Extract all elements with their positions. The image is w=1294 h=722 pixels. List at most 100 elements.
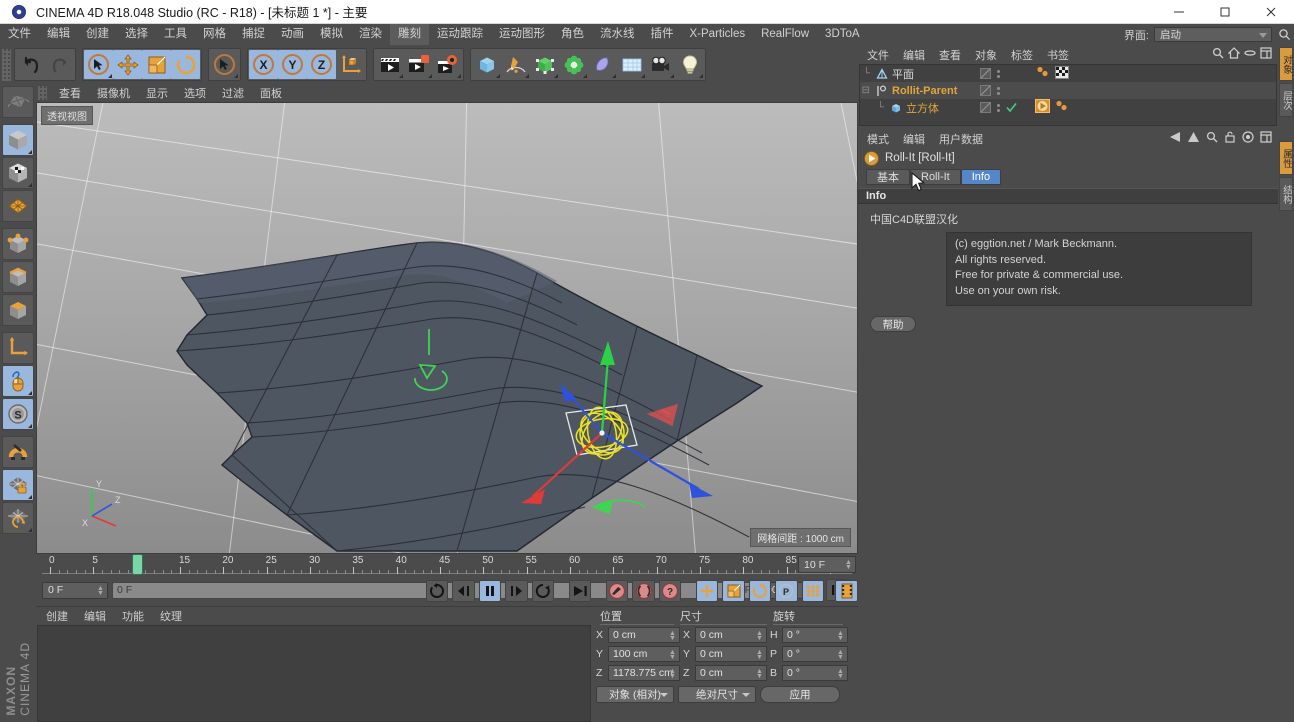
rotation-key-button[interactable] bbox=[749, 580, 771, 602]
spinner-icon[interactable]: ▲▼ bbox=[669, 650, 676, 661]
render-settings-button[interactable] bbox=[433, 50, 462, 79]
spinner-icon[interactable]: ▲▼ bbox=[756, 650, 763, 661]
deformer-button[interactable] bbox=[559, 50, 588, 79]
enable-snap-icon[interactable]: S bbox=[2, 398, 34, 430]
render-view-button[interactable] bbox=[375, 50, 404, 79]
x-axis-lock-button[interactable]: X bbox=[249, 50, 278, 79]
y-axis-lock-button[interactable]: Y bbox=[278, 50, 307, 79]
menu-item-11[interactable]: 运动跟踪 bbox=[429, 24, 491, 45]
menu-item-6[interactable]: 捕捉 bbox=[234, 24, 273, 45]
rotation-p-field[interactable]: 0 °▲▼ bbox=[782, 646, 848, 662]
object-menu-item-0[interactable]: 文件 bbox=[860, 47, 896, 63]
spinner-icon[interactable]: ▲▼ bbox=[756, 631, 763, 642]
object-tree[interactable]: └平面⊟Rollit-Parent└立方体 bbox=[859, 64, 1277, 126]
attribute-menu-item-2[interactable]: 用户数据 bbox=[932, 131, 990, 147]
object-row[interactable]: └立方体 bbox=[860, 99, 1276, 116]
search-icon[interactable] bbox=[1206, 131, 1218, 146]
timeline-playhead[interactable] bbox=[132, 554, 143, 575]
scale-tool-button[interactable] bbox=[142, 50, 171, 79]
axis-mode-icon[interactable] bbox=[2, 332, 34, 364]
position-x-field[interactable]: 0 cm▲▼ bbox=[608, 627, 680, 643]
selection-mode-button[interactable] bbox=[210, 50, 239, 79]
spinner-icon[interactable]: ▲▼ bbox=[756, 669, 763, 680]
material-menu-item-3[interactable]: 纹理 bbox=[152, 608, 190, 624]
tab--[interactable]: 基本 bbox=[866, 169, 910, 185]
rotation-b-field[interactable]: 0 °▲▼ bbox=[782, 665, 848, 681]
checker-tag-icon[interactable] bbox=[1055, 66, 1069, 82]
viewport-grip[interactable] bbox=[38, 86, 47, 100]
minimize-icon[interactable] bbox=[1244, 47, 1256, 62]
material-menu-item-1[interactable]: 编辑 bbox=[76, 608, 114, 624]
viewport-menu-item-4[interactable]: 过滤 bbox=[214, 85, 252, 101]
scene-object-button[interactable] bbox=[588, 50, 617, 79]
object-menu-item-2[interactable]: 查看 bbox=[932, 47, 968, 63]
size-y-field[interactable]: 0 cm▲▼ bbox=[695, 646, 767, 662]
keyframe-selection-button[interactable] bbox=[835, 580, 857, 602]
apply-button[interactable]: 应用 bbox=[760, 686, 840, 703]
sidebar-item-structure[interactable]: 结构 bbox=[1279, 177, 1293, 211]
search-icon[interactable] bbox=[1212, 47, 1224, 62]
light-object-button[interactable] bbox=[675, 50, 704, 79]
attribute-menu-item-1[interactable]: 编辑 bbox=[896, 131, 932, 147]
size-mode-dropdown[interactable]: 绝对尺寸 bbox=[678, 686, 756, 703]
menu-item-7[interactable]: 动画 bbox=[273, 24, 312, 45]
object-axis-icon[interactable] bbox=[2, 365, 34, 397]
rotate-tool-button[interactable] bbox=[171, 50, 200, 79]
camera-object-button[interactable] bbox=[646, 50, 675, 79]
menu-item-12[interactable]: 运动图形 bbox=[491, 24, 553, 45]
loop-button[interactable] bbox=[532, 580, 554, 602]
world-coordinate-button[interactable] bbox=[336, 50, 365, 79]
menu-item-10[interactable]: 雕刻 bbox=[390, 24, 429, 45]
live-selection-button[interactable] bbox=[84, 50, 113, 79]
menu-item-3[interactable]: 选择 bbox=[117, 24, 156, 45]
menu-item-14[interactable]: 流水线 bbox=[592, 24, 643, 45]
tree-connector[interactable]: ⊟ bbox=[860, 85, 872, 96]
minimize-button[interactable] bbox=[1156, 0, 1202, 24]
record-active-button[interactable] bbox=[606, 580, 628, 602]
step-forward-button[interactable] bbox=[505, 580, 527, 602]
close-button[interactable] bbox=[1248, 0, 1294, 24]
object-menu-item-5[interactable]: 书签 bbox=[1040, 47, 1076, 63]
tab-roll-it[interactable]: Roll-It bbox=[910, 169, 961, 185]
object-tags[interactable] bbox=[1035, 65, 1069, 82]
spline-pen-button[interactable] bbox=[501, 50, 530, 79]
menu-item-1[interactable]: 编辑 bbox=[39, 24, 78, 45]
cube-primitive-button[interactable] bbox=[472, 50, 501, 79]
position-key-button[interactable] bbox=[696, 580, 718, 602]
lock-icon[interactable] bbox=[1224, 131, 1236, 146]
object-row[interactable]: ⊟Rollit-Parent bbox=[860, 82, 1276, 99]
rotation-h-field[interactable]: 0 °▲▼ bbox=[782, 627, 848, 643]
size-z-field[interactable]: 0 cm▲▼ bbox=[695, 665, 767, 681]
floor-object-button[interactable] bbox=[617, 50, 646, 79]
attribute-menu-item-0[interactable]: 模式 bbox=[860, 131, 896, 147]
material-menu-item-2[interactable]: 功能 bbox=[114, 608, 152, 624]
go-to-end-button[interactable] bbox=[569, 580, 591, 602]
render-region-button[interactable] bbox=[404, 50, 433, 79]
polygon-grid-icon[interactable] bbox=[2, 190, 34, 222]
tab-info[interactable]: Info bbox=[961, 169, 1001, 185]
position-z-field[interactable]: 1178.775 cm▲▼ bbox=[608, 665, 680, 681]
home-icon[interactable] bbox=[1228, 47, 1240, 62]
polygons-mode-icon[interactable] bbox=[2, 294, 34, 326]
play-pause-button[interactable] bbox=[479, 580, 501, 602]
autokey-button[interactable] bbox=[632, 580, 654, 602]
menu-item-13[interactable]: 角色 bbox=[553, 24, 592, 45]
points-mode-icon[interactable] bbox=[2, 228, 34, 260]
object-menu-item-4[interactable]: 标签 bbox=[1004, 47, 1040, 63]
material-menu-item-0[interactable]: 创建 bbox=[38, 608, 76, 624]
model-mode-icon[interactable] bbox=[2, 124, 34, 156]
viewport-menu-item-0[interactable]: 查看 bbox=[51, 85, 89, 101]
material-dots-icon[interactable] bbox=[1054, 100, 1070, 115]
interface-dropdown[interactable]: 启动 bbox=[1154, 27, 1272, 42]
z-axis-lock-button[interactable]: Z bbox=[307, 50, 336, 79]
step-back-button[interactable] bbox=[452, 580, 474, 602]
menu-item-15[interactable]: 插件 bbox=[643, 24, 682, 45]
up-arrow-icon[interactable] bbox=[1187, 131, 1200, 146]
back-arrow-icon[interactable] bbox=[1167, 131, 1181, 146]
maximize-button[interactable] bbox=[1202, 0, 1248, 24]
object-visibility-dots[interactable] bbox=[980, 65, 1000, 82]
material-dots-icon[interactable] bbox=[1035, 66, 1051, 81]
sidebar-item-layers[interactable]: 层次 bbox=[1279, 83, 1293, 117]
spinner-icon[interactable]: ▲▼ bbox=[837, 669, 844, 680]
viewport-menu-item-3[interactable]: 选项 bbox=[176, 85, 214, 101]
